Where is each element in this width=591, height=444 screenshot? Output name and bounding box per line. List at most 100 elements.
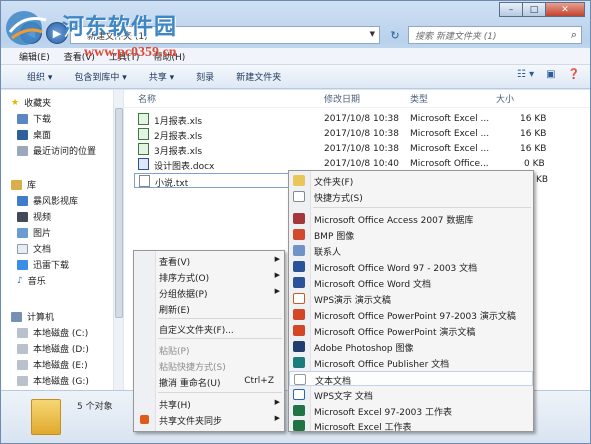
new-contact-item[interactable]: 联系人 xyxy=(289,243,533,258)
search-icon[interactable]: ⌕ xyxy=(571,28,577,42)
include-library-button[interactable]: 包含到库中 ▾ xyxy=(74,70,126,83)
nav-disk-e[interactable]: 本地磁盘 (E:) xyxy=(17,358,88,371)
desktop-icon xyxy=(17,129,28,140)
publisher-icon xyxy=(293,357,305,368)
excel-file-icon xyxy=(138,128,149,140)
menu-separator xyxy=(158,318,282,319)
menu-item-view[interactable]: 查看(V) ▶ xyxy=(134,253,284,268)
file-name: 设计图表.docx xyxy=(154,162,215,172)
burn-button[interactable]: 刻录 xyxy=(196,70,214,83)
command-toolbar: 组织 ▾ 包含到库中 ▾ 共享 ▾ 刻录 新建文件夹 ☷ ▾ ▣ ❓ xyxy=(1,65,590,89)
refresh-icon[interactable]: ↻ xyxy=(384,26,406,44)
nav-desktop[interactable]: 桌面 xyxy=(17,128,51,141)
powerpoint-icon xyxy=(293,325,305,336)
drive-icon xyxy=(17,359,28,370)
column-size[interactable]: 大小 xyxy=(496,90,514,107)
menu-item-undo[interactable]: 撤消 重命名(U) Ctrl+Z xyxy=(134,374,284,389)
nav-pictures[interactable]: 图片 xyxy=(17,226,51,239)
help-icon[interactable]: ❓ xyxy=(568,69,580,80)
excel-icon xyxy=(293,420,305,431)
file-name: 3月报表.xls xyxy=(154,147,203,157)
menu-separator xyxy=(158,392,282,393)
organize-button[interactable]: 组织 ▾ xyxy=(27,70,52,83)
new-ppt-item[interactable]: Microsoft Office PowerPoint 演示文稿 xyxy=(289,323,533,338)
menu-item-sort[interactable]: 排序方式(O) ▶ xyxy=(134,269,284,284)
recent-places-icon xyxy=(17,145,28,156)
menu-item-group[interactable]: 分组依据(P) ▶ xyxy=(134,285,284,300)
new-word97-item[interactable]: Microsoft Office Word 97 - 2003 文档 xyxy=(289,259,533,274)
shortcut-icon xyxy=(293,191,305,202)
new-text-document-item[interactable]: 文本文档 xyxy=(289,371,533,387)
bmp-icon xyxy=(293,229,305,240)
new-folder-item[interactable]: 文件夹(F) xyxy=(289,173,533,188)
chevron-down-icon[interactable]: ▼ xyxy=(370,30,375,38)
close-button[interactable]: ✕ xyxy=(545,2,585,17)
column-divider xyxy=(124,107,590,108)
menu-item-customize[interactable]: 自定义文件夹(F)... xyxy=(134,321,284,336)
excel-icon xyxy=(293,405,305,416)
minimize-button[interactable]: – xyxy=(499,2,523,17)
nav-downloads[interactable]: 下载 xyxy=(17,112,51,125)
nav-libraries[interactable]: 库 xyxy=(11,178,36,191)
nav-disk-g[interactable]: 本地磁盘 (G:) xyxy=(17,374,89,387)
drive-icon xyxy=(17,343,28,354)
nav-disk-d[interactable]: 本地磁盘 (D:) xyxy=(17,342,89,355)
nav-disk-c[interactable]: 本地磁盘 (C:) xyxy=(17,326,88,339)
file-row[interactable]: 3月报表.xls 2017/10/8 10:38 Microsoft Excel… xyxy=(124,142,590,157)
menu-separator xyxy=(158,338,282,339)
access-icon xyxy=(293,213,305,224)
menu-item-refresh[interactable]: 刷新(E) xyxy=(134,301,284,316)
sync-icon xyxy=(140,415,149,424)
menu-item-sync[interactable]: 共享文件夹同步 ▶ xyxy=(134,412,284,427)
share-button[interactable]: 共享 ▾ xyxy=(149,70,174,83)
nav-music[interactable]: ♪ 音乐 xyxy=(17,274,46,288)
view-options-icon[interactable]: ☷ ▾ xyxy=(517,69,534,80)
wps-presentation-icon xyxy=(293,293,305,304)
menu-edit[interactable]: 编辑(E) xyxy=(19,50,50,63)
file-name: 1月报表.xls xyxy=(154,117,203,127)
new-excel97-item[interactable]: Microsoft Excel 97-2003 工作表 xyxy=(289,403,533,418)
file-size: 16 KB xyxy=(520,129,547,139)
download-folder-icon xyxy=(17,113,28,124)
new-folder-button[interactable]: 新建文件夹 xyxy=(236,70,281,83)
submenu-arrow-icon: ▶ xyxy=(274,398,280,406)
nav-recent[interactable]: 最近访问的位置 xyxy=(17,144,96,157)
file-size: KB xyxy=(536,175,549,185)
folder-icon xyxy=(293,175,305,186)
file-row[interactable]: 1月报表.xls 2017/10/8 10:38 Microsoft Excel… xyxy=(124,112,590,127)
nav-xunlei[interactable]: 迅雷下载 xyxy=(17,258,69,271)
nav-scrollbar[interactable] xyxy=(113,90,123,390)
file-type: Microsoft Excel ... xyxy=(410,129,490,139)
powerpoint-icon xyxy=(293,309,305,320)
nav-storm[interactable]: 暴风影视库 xyxy=(17,194,78,207)
nav-computer[interactable]: 计算机 xyxy=(11,310,54,323)
menu-item-paste-shortcut: 粘贴快捷方式(S) xyxy=(159,363,226,373)
music-icon: ♪ xyxy=(17,275,23,286)
file-size: 0 KB xyxy=(524,159,545,169)
new-access-item[interactable]: Microsoft Office Access 2007 数据库 xyxy=(289,211,533,226)
nav-videos[interactable]: 视频 xyxy=(17,210,51,223)
column-type[interactable]: 类型 xyxy=(410,90,428,107)
search-input[interactable]: 搜索 新建文件夹 (1) ⌕ xyxy=(408,26,582,44)
nav-favorites[interactable]: ★ 收藏夹 xyxy=(11,96,51,110)
column-name[interactable]: 名称 xyxy=(138,90,156,107)
new-publisher-item[interactable]: Microsoft Office Publisher 文档 xyxy=(289,355,533,370)
file-type: Microsoft Excel ... xyxy=(410,114,490,124)
new-wps-doc-item[interactable]: WPS文字 文档 xyxy=(289,387,533,402)
menu-item-share[interactable]: 共享(H) ▶ xyxy=(134,396,284,411)
nav-documents[interactable]: 文档 xyxy=(17,242,51,255)
new-wps-ppt-item[interactable]: WPS演示 演示文稿 xyxy=(289,291,533,306)
maximize-button[interactable]: □ xyxy=(522,2,546,17)
file-row[interactable]: 2月报表.xls 2017/10/8 10:38 Microsoft Excel… xyxy=(124,127,590,142)
column-date[interactable]: 修改日期 xyxy=(324,90,360,107)
word-icon xyxy=(293,261,305,272)
preview-pane-icon[interactable]: ▣ xyxy=(546,69,555,80)
new-bmp-item[interactable]: BMP 图像 xyxy=(289,227,533,242)
new-psd-item[interactable]: Adobe Photoshop 图像 xyxy=(289,339,533,354)
file-type: Microsoft Excel ... xyxy=(410,144,490,154)
new-ppt97-item[interactable]: Microsoft Office PowerPoint 97-2003 演示文稿 xyxy=(289,307,533,322)
new-shortcut-item[interactable]: 快捷方式(S) xyxy=(289,189,533,204)
scrollbar-thumb[interactable] xyxy=(115,108,123,318)
new-excel-item[interactable]: Microsoft Excel 工作表 xyxy=(289,418,533,433)
new-word-item[interactable]: Microsoft Office Word 文档 xyxy=(289,275,533,290)
